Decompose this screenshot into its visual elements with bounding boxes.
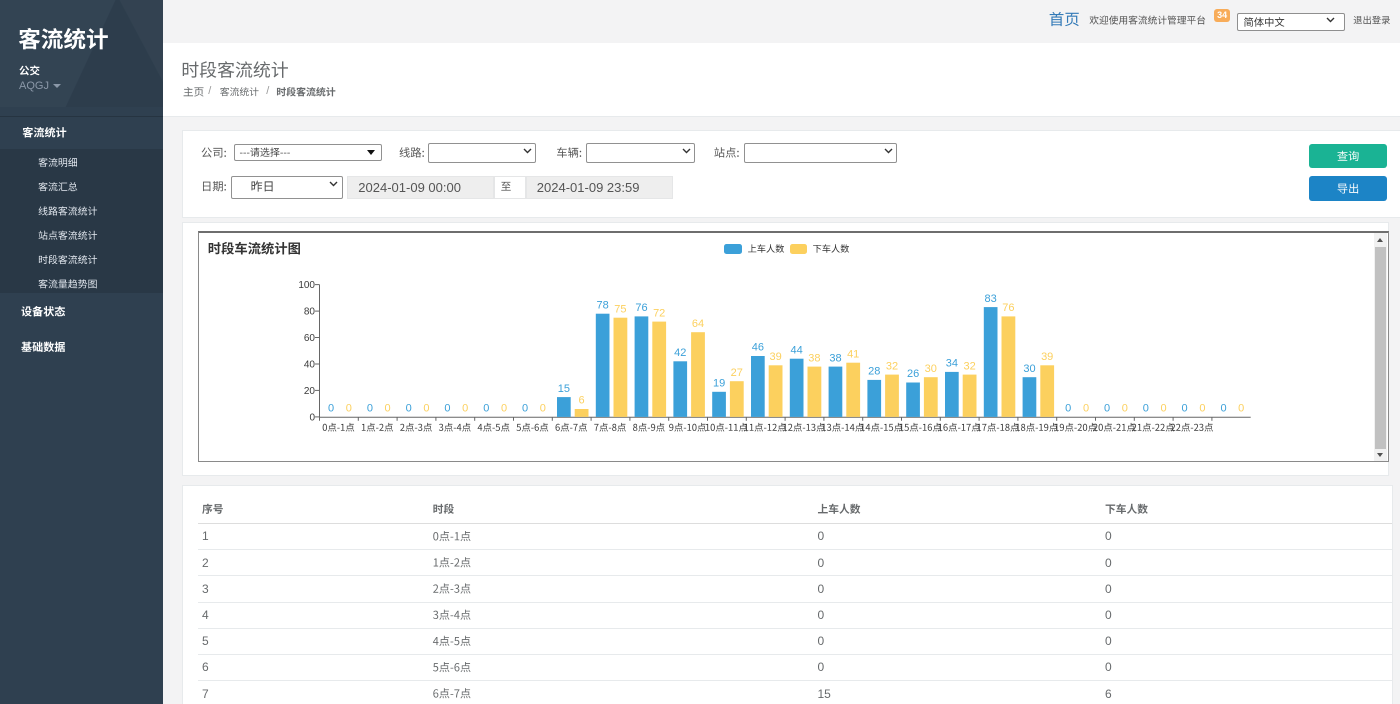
svg-text:0: 0 [500, 403, 506, 415]
svg-text:0: 0 [522, 403, 528, 415]
svg-text:42: 42 [674, 347, 686, 359]
svg-text:41: 41 [847, 348, 859, 360]
svg-text:38: 38 [829, 352, 841, 364]
svg-text:0: 0 [1238, 403, 1244, 415]
svg-text:0: 0 [423, 403, 429, 415]
svg-text:78: 78 [596, 299, 608, 311]
svg-text:27: 27 [730, 367, 742, 379]
svg-text:60: 60 [303, 333, 315, 344]
svg-text:38: 38 [808, 352, 820, 364]
svg-text:0: 0 [483, 403, 489, 415]
svg-text:72: 72 [653, 307, 665, 319]
svg-text:0: 0 [1065, 403, 1071, 415]
svg-text:28: 28 [868, 366, 880, 378]
svg-text:0: 0 [444, 403, 450, 415]
svg-text:76: 76 [1002, 302, 1014, 314]
svg-text:0: 0 [1082, 403, 1088, 415]
svg-text:0: 0 [1160, 403, 1166, 415]
svg-text:0: 0 [1142, 403, 1148, 415]
svg-text:39: 39 [769, 351, 781, 363]
svg-text:26: 26 [906, 368, 918, 380]
svg-text:0: 0 [1103, 403, 1109, 415]
svg-text:0: 0 [1121, 403, 1127, 415]
svg-text:39: 39 [1041, 351, 1053, 363]
svg-text:30: 30 [924, 363, 936, 375]
svg-text:0: 0 [1181, 403, 1187, 415]
svg-text:0: 0 [328, 403, 334, 415]
svg-text:64: 64 [691, 318, 703, 330]
svg-text:19: 19 [712, 378, 724, 390]
svg-text:100: 100 [298, 280, 315, 291]
svg-text:80: 80 [303, 307, 315, 318]
svg-text:32: 32 [963, 360, 975, 372]
svg-text:6: 6 [578, 395, 584, 407]
svg-text:0: 0 [309, 413, 315, 424]
svg-text:0: 0 [345, 403, 351, 415]
svg-text:34: 34 [945, 358, 957, 370]
svg-text:0: 0 [405, 403, 411, 415]
svg-text:0: 0 [539, 403, 545, 415]
svg-text:0: 0 [462, 403, 468, 415]
svg-text:0: 0 [1199, 403, 1205, 415]
svg-text:20: 20 [303, 386, 315, 397]
svg-text:30: 30 [1023, 363, 1035, 375]
svg-text:32: 32 [885, 360, 897, 372]
svg-text:76: 76 [635, 302, 647, 314]
svg-text:15: 15 [557, 383, 569, 395]
svg-text:46: 46 [751, 342, 763, 354]
svg-text:83: 83 [984, 293, 996, 305]
svg-text:44: 44 [790, 344, 802, 356]
svg-text:75: 75 [614, 303, 626, 315]
svg-text:0: 0 [384, 403, 390, 415]
svg-text:0: 0 [366, 403, 372, 415]
svg-text:40: 40 [303, 360, 315, 371]
svg-text:0: 0 [1220, 403, 1226, 415]
